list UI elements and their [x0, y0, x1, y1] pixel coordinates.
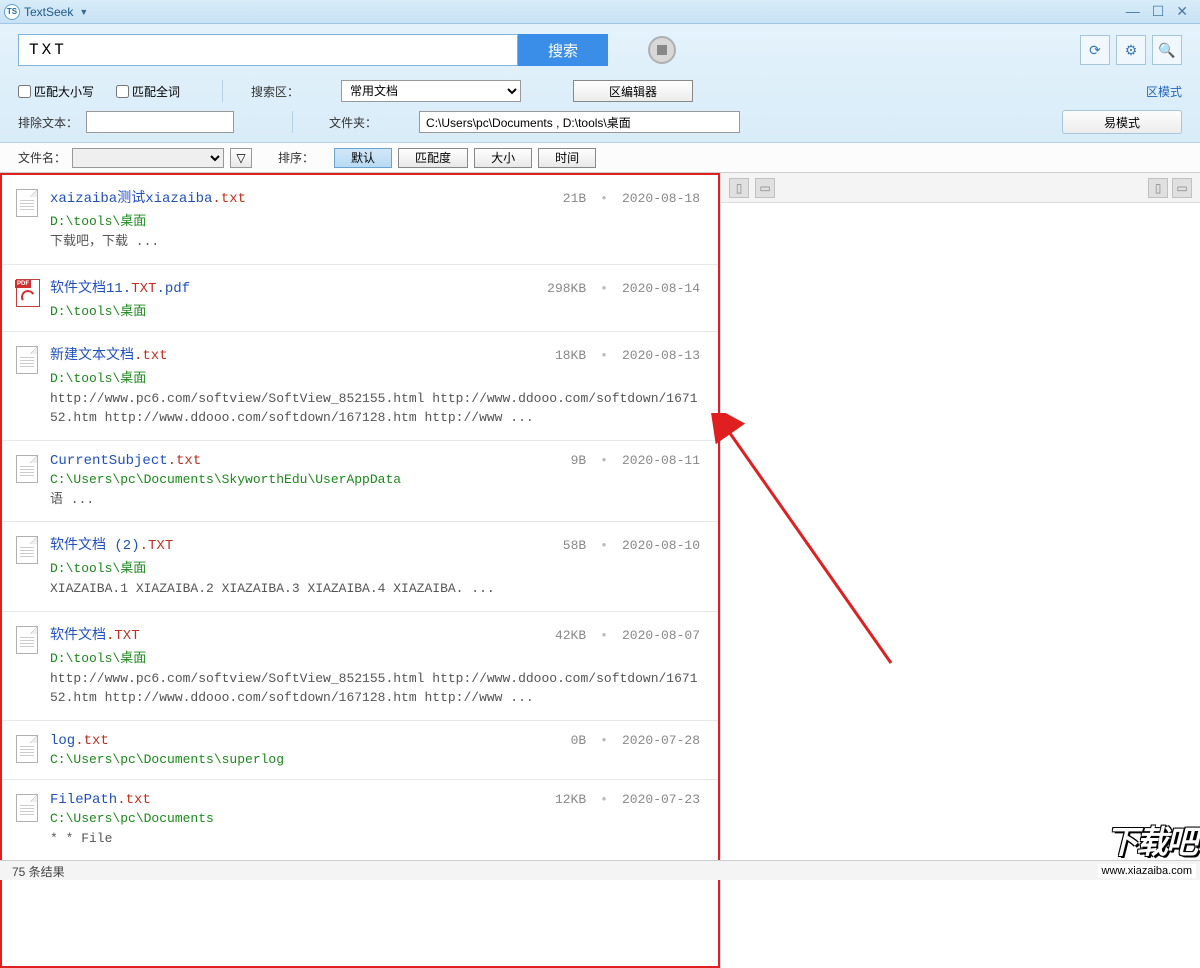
app-title: TextSeek: [24, 5, 73, 19]
result-item[interactable]: PDF 软件文档11.TXT.pdf 298KB•2020-08-14 D:\tool…: [2, 265, 718, 332]
status-text: 75 条结果: [12, 865, 65, 879]
result-filename: 软件文档 (2).TXT: [50, 534, 173, 554]
sort-relevance[interactable]: 匹配度: [398, 148, 468, 168]
result-path: D:\tools\桌面: [50, 647, 700, 666]
result-snippet: XIAZAIBA.1 XIAZAIBA.2 XIAZAIBA.3 XIAZAIB…: [50, 579, 700, 599]
filename-label: 文件名：: [18, 149, 66, 166]
result-meta: 58B•2020-08-10: [563, 538, 700, 553]
document-icon: ▯: [736, 181, 743, 195]
preview-pane: ▯ ▭ ▯ ▭: [720, 173, 1200, 968]
result-snippet: * * File: [50, 829, 700, 849]
view2-tab[interactable]: ▭: [1172, 178, 1192, 198]
results-list[interactable]: xaizaiba测试xiazaiba.txt 21B•2020-08-18 D:\t…: [2, 175, 718, 966]
zone-select[interactable]: 常用文档: [341, 80, 521, 102]
close-button[interactable]: ✕: [1176, 3, 1188, 20]
refresh-button[interactable]: ⟳: [1080, 35, 1110, 65]
file-icon: [16, 189, 38, 217]
folder-tab[interactable]: ▭: [755, 178, 775, 198]
sort-label: 排序：: [278, 149, 314, 166]
status-bar: 75 条结果: [0, 860, 1200, 880]
minimize-button[interactable]: —: [1126, 3, 1140, 20]
app-logo: TS: [4, 4, 20, 20]
result-snippet: http://www.pc6.com/softview/SoftView_852…: [50, 669, 700, 708]
result-item[interactable]: 新建文本文档.txt 18KB•2020-08-13 D:\tools\桌面 http…: [2, 332, 718, 441]
result-filename: FilePath.txt: [50, 792, 151, 808]
result-snippet: http://www.pc6.com/softview/SoftView_852…: [50, 389, 700, 428]
sort-time[interactable]: 时间: [538, 148, 596, 168]
match-case-checkbox[interactable]: 匹配大小写: [18, 83, 94, 100]
search-button[interactable]: 搜索: [518, 34, 608, 66]
result-path: D:\tools\桌面: [50, 210, 700, 229]
result-meta: 0B•2020-07-28: [571, 733, 700, 748]
easy-mode-button[interactable]: 易模式: [1062, 110, 1182, 134]
file-icon: [16, 626, 38, 654]
search-icon: 🔍: [1158, 42, 1175, 59]
result-filename: log.txt: [50, 733, 109, 749]
result-path: D:\tools\桌面: [50, 367, 700, 386]
title-dropdown-icon[interactable]: ▼: [79, 7, 88, 17]
result-path: D:\tools\桌面: [50, 300, 700, 319]
file-icon: [16, 346, 38, 374]
result-filename: 软件文档.TXT: [50, 624, 140, 644]
folder-icon: ▭: [759, 181, 770, 195]
file-icon: [16, 455, 38, 483]
result-path: C:\Users\pc\Documents\SkyworthEdu\UserAp…: [50, 472, 700, 487]
result-filename: 软件文档11.TXT.pdf: [50, 277, 190, 297]
sort-size[interactable]: 大小: [474, 148, 532, 168]
result-path: D:\tools\桌面: [50, 557, 700, 576]
zone-editor-button[interactable]: 区编辑器: [573, 80, 693, 102]
result-meta: 298KB•2020-08-14: [547, 281, 700, 296]
result-snippet: 下载吧，下载 ...: [50, 232, 700, 252]
pdf-icon: PDF: [16, 279, 40, 307]
result-item[interactable]: log.txt 0B•2020-07-28 C:\Users\pc\Document…: [2, 721, 718, 780]
titlebar: TS TextSeek ▼ — ☐ ✕: [0, 0, 1200, 24]
toolbar: 搜索 ⟳ ⚙ 🔍 匹配大小写 匹配全词 搜索区： 常用文档 区编辑器 区模式 排…: [0, 24, 1200, 143]
filename-filter[interactable]: [72, 148, 224, 168]
folder-label: 文件夹：: [329, 114, 377, 131]
result-item[interactable]: xaizaiba测试xiazaiba.txt 21B•2020-08-18 D:\t…: [2, 175, 718, 265]
stop-button[interactable]: [648, 36, 676, 64]
sort-default[interactable]: 默认: [334, 148, 392, 168]
zone-mode-link[interactable]: 区模式: [1146, 83, 1182, 100]
result-item[interactable]: 软件文档 (2).TXT 58B•2020-08-10 D:\tools\桌面 XIA…: [2, 522, 718, 612]
result-meta: 42KB•2020-08-07: [555, 628, 700, 643]
sort-bar: 文件名： ▽ 排序： 默认 匹配度 大小 时间: [0, 143, 1200, 173]
result-meta: 12KB•2020-07-23: [555, 792, 700, 807]
maximize-button[interactable]: ☐: [1152, 3, 1165, 20]
refresh-icon: ⟳: [1089, 42, 1101, 59]
gear-icon: ⚙: [1125, 42, 1138, 59]
zone-label: 搜索区：: [251, 83, 299, 100]
file-icon: [16, 536, 38, 564]
result-item[interactable]: CurrentSubject.txt 9B•2020-08-11 C:\Users\…: [2, 441, 718, 523]
result-filename: xaizaiba测试xiazaiba.txt: [50, 187, 246, 207]
filter-button[interactable]: ▽: [230, 148, 252, 168]
folder-input[interactable]: [419, 111, 739, 133]
file-icon: [16, 794, 38, 822]
funnel-icon: ▽: [236, 151, 245, 165]
result-filename: CurrentSubject.txt: [50, 453, 201, 469]
view1-tab[interactable]: ▯: [1148, 178, 1168, 198]
zoom-button[interactable]: 🔍: [1152, 35, 1182, 65]
results-pane: xaizaiba测试xiazaiba.txt 21B•2020-08-18 D:\t…: [0, 173, 720, 968]
match-whole-checkbox[interactable]: 匹配全词: [116, 83, 180, 100]
stop-icon: [657, 45, 667, 55]
result-filename: 新建文本文档.txt: [50, 344, 168, 364]
result-path: C:\Users\pc\Documents\superlog: [50, 752, 700, 767]
result-snippet: 语 ...: [50, 490, 700, 510]
result-meta: 18KB•2020-08-13: [555, 348, 700, 363]
exclude-input[interactable]: [86, 111, 234, 133]
result-meta: 9B•2020-08-11: [571, 453, 700, 468]
result-path: C:\Users\pc\Documents: [50, 811, 700, 826]
doc-tab[interactable]: ▯: [729, 178, 749, 198]
result-item[interactable]: 软件文档.TXT 42KB•2020-08-07 D:\tools\桌面 http:/…: [2, 612, 718, 721]
search-input[interactable]: [18, 34, 518, 66]
annotation-arrow: [711, 413, 911, 673]
result-item[interactable]: FilePath.txt 12KB•2020-07-23 C:\Users\pc\D…: [2, 780, 718, 862]
settings-button[interactable]: ⚙: [1116, 35, 1146, 65]
exclude-label: 排除文本：: [18, 114, 78, 131]
result-meta: 21B•2020-08-18: [563, 191, 700, 206]
file-icon: [16, 735, 38, 763]
